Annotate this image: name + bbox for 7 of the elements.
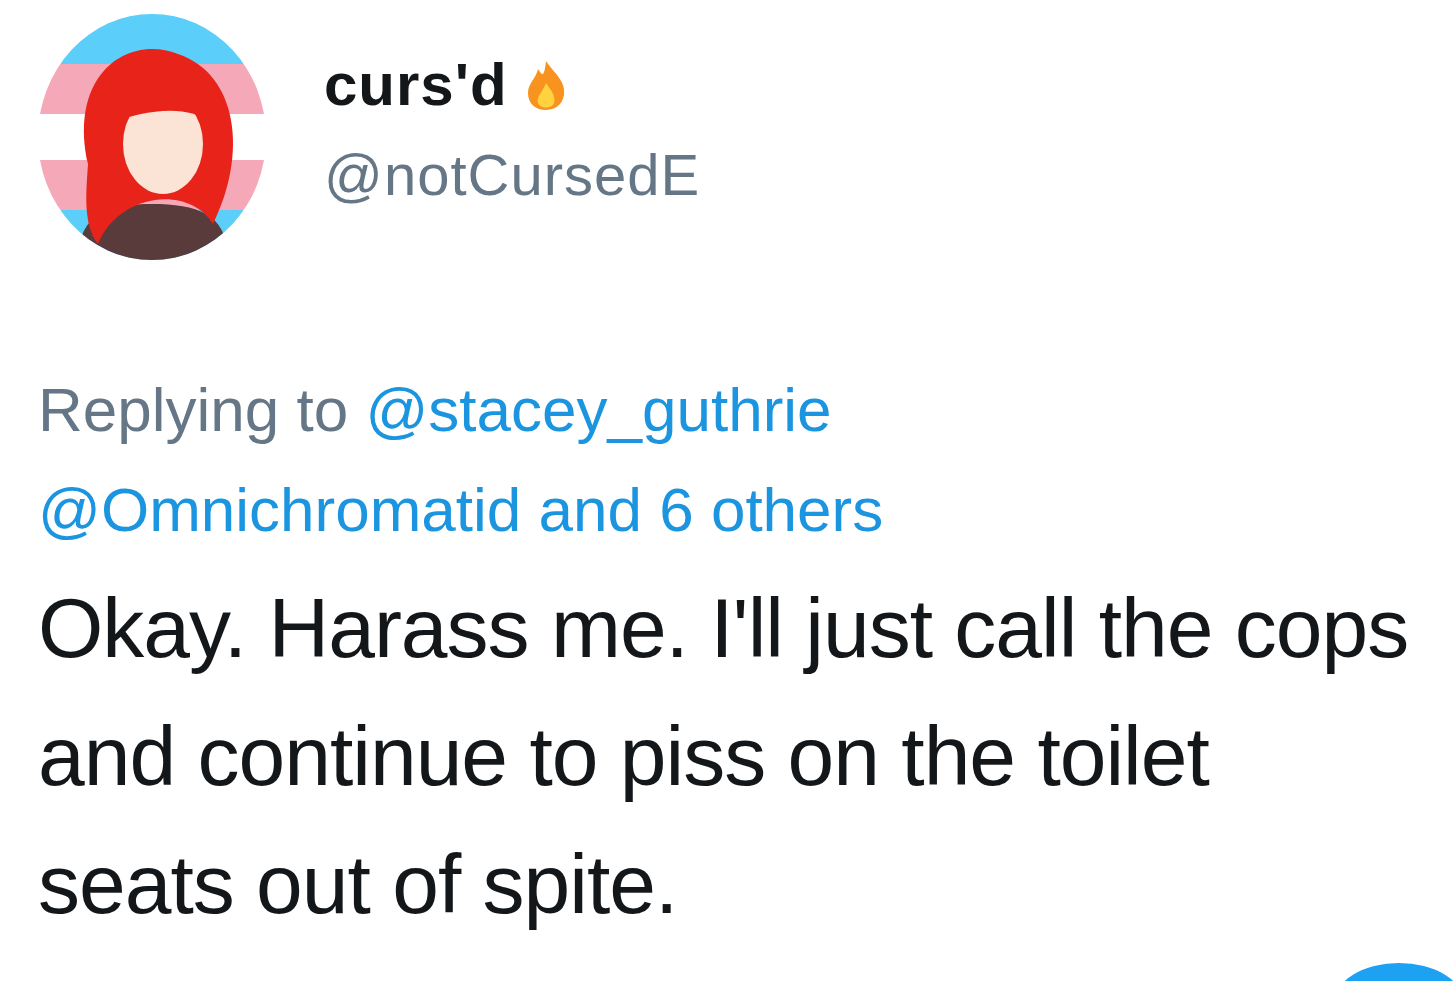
others-link[interactable]: and 6 others [538, 475, 884, 544]
mention-link[interactable]: @stacey_guthrie [365, 375, 832, 444]
display-name: curs'd [324, 50, 508, 119]
user-handle: @notCursedE [324, 141, 701, 208]
tweet-text: Okay. Harass me. I'll just call the cops and continue to piss on the toilet seats out of spite. [38, 580, 1410, 933]
mention-link[interactable]: @Omnichromatid [38, 475, 522, 544]
reply-context: Replying to @stacey_guthrie @Omnichromatid and 6 others [38, 374, 885, 546]
